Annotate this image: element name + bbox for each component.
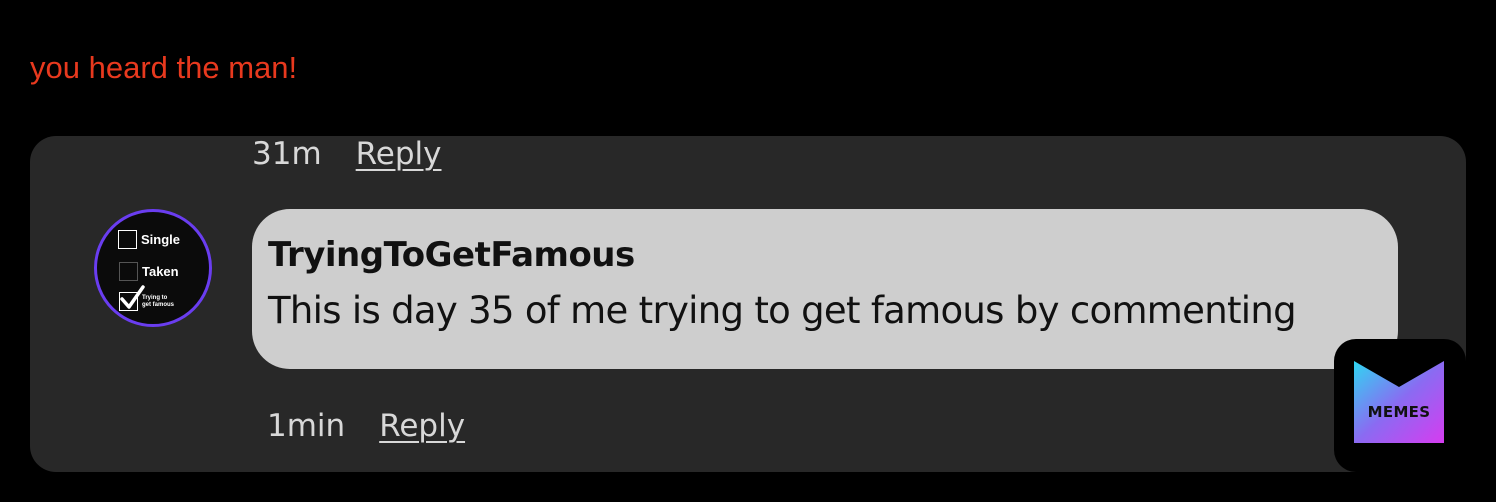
avatar-option-famous: Trying to get famous bbox=[119, 285, 174, 311]
avatar-option-taken: Taken bbox=[119, 262, 179, 281]
checked-box-icon bbox=[119, 285, 145, 311]
comment-bubble: TryingToGetFamous This is day 35 of me t… bbox=[252, 209, 1398, 369]
avatar-option-label: Taken bbox=[142, 264, 179, 279]
memes-watermark: MEMES bbox=[1334, 339, 1466, 472]
comment-time: 1min bbox=[267, 408, 346, 444]
comment-thread-panel: 31m Reply Single Taken Trying to get fam… bbox=[30, 136, 1466, 472]
avatar-option-line: Trying to bbox=[142, 294, 168, 301]
meme-caption: you heard the man! bbox=[30, 50, 298, 85]
comment-meta: 1min Reply bbox=[267, 408, 465, 444]
comment-username[interactable]: TryingToGetFamous bbox=[268, 235, 1398, 275]
memes-logo-label: MEMES bbox=[1367, 403, 1431, 421]
previous-reply-link[interactable]: Reply bbox=[356, 136, 442, 172]
previous-comment-time: 31m bbox=[252, 136, 322, 172]
previous-comment-meta: 31m Reply bbox=[252, 136, 442, 172]
comment-text: This is day 35 of me trying to get famou… bbox=[268, 289, 1297, 332]
avatar-option-line: get famous bbox=[142, 301, 175, 308]
reply-link[interactable]: Reply bbox=[379, 408, 465, 444]
avatar-option-label: Trying to get famous bbox=[142, 295, 174, 309]
avatar[interactable]: Single Taken Trying to get famous bbox=[94, 209, 212, 327]
avatar-option-label: Single bbox=[141, 232, 181, 247]
unchecked-box-icon bbox=[119, 262, 138, 281]
unchecked-box-icon bbox=[118, 230, 137, 249]
page: you heard the man! 31m Reply Single Take… bbox=[0, 0, 1496, 502]
avatar-option-single: Single bbox=[118, 230, 180, 249]
checkmark-icon bbox=[120, 285, 145, 309]
